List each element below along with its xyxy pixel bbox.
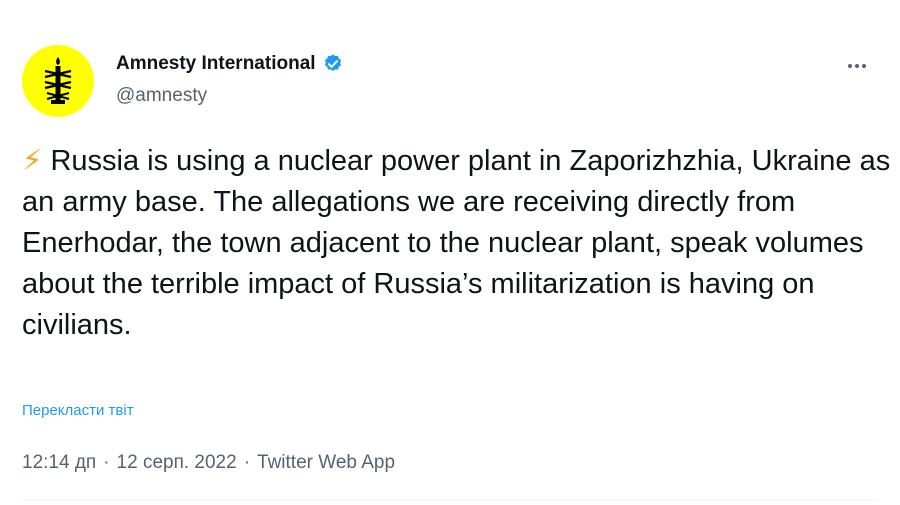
tweet-meta: 12:14 дп · 12 серп. 2022 · Twitter Web A… xyxy=(22,452,395,474)
more-dot xyxy=(862,64,866,68)
translate-tweet-link[interactable]: Перекласти твіт xyxy=(22,402,134,419)
tweet-card: Amnesty International @amnesty ⚡ Russia … xyxy=(0,0,900,505)
lightning-emoji: ⚡ xyxy=(22,145,43,177)
verified-badge-icon xyxy=(324,54,341,72)
amnesty-candle-logo xyxy=(44,57,72,104)
author-display-name[interactable]: Amnesty International xyxy=(116,53,316,75)
meta-separator: · xyxy=(243,452,251,473)
tweet-date[interactable]: 12 серп. 2022 xyxy=(117,452,237,474)
tweet-source[interactable]: Twitter Web App xyxy=(257,452,395,474)
more-dot xyxy=(855,64,859,68)
tweet-body: Russia is using a nuclear power plant in… xyxy=(22,145,899,341)
more-options-icon[interactable] xyxy=(842,56,872,76)
divider xyxy=(22,500,878,501)
author-name-row: Amnesty International xyxy=(116,53,344,75)
more-dot xyxy=(848,64,852,68)
author-handle[interactable]: @amnesty xyxy=(116,85,207,107)
tweet-text: ⚡ Russia is using a nuclear power plant … xyxy=(22,141,892,346)
tweet-time[interactable]: 12:14 дп xyxy=(22,452,96,474)
meta-separator: · xyxy=(103,452,110,473)
avatar[interactable] xyxy=(22,45,94,117)
